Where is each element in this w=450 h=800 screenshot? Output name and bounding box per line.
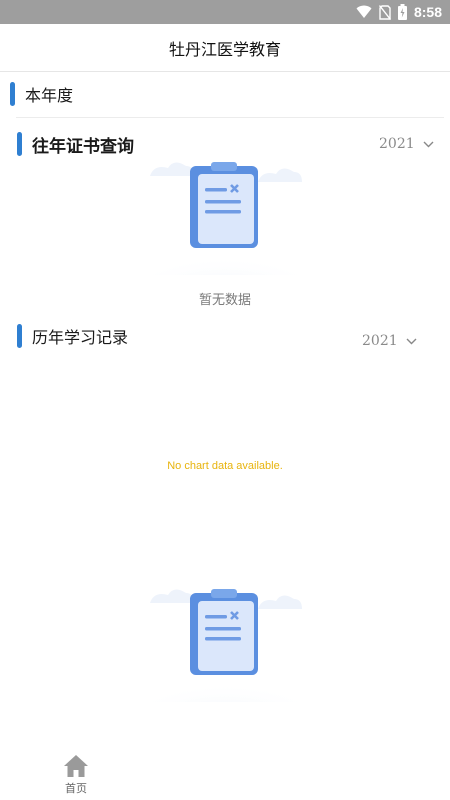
section-study-records: 历年学习记录 <box>17 324 128 348</box>
tab-home[interactable]: 首页 <box>48 754 104 800</box>
tab-home-label: 首页 <box>65 782 87 795</box>
empty-clipboard-illustration <box>150 162 302 275</box>
study-year-value: 2021 <box>362 333 398 349</box>
status-bar: 8:58 <box>0 0 450 24</box>
section-certificates: 往年证书查询 <box>17 132 134 157</box>
status-time: 8:58 <box>413 4 442 20</box>
section-accent-bar <box>17 132 22 156</box>
section-title-current-year: 本年度 <box>25 86 74 105</box>
empty-state-text: 暂无数据 <box>198 293 251 308</box>
section-accent-bar <box>10 82 15 106</box>
section-title-study-records: 历年学习记录 <box>32 328 129 347</box>
certificate-year-select[interactable]: 2021 <box>379 136 434 152</box>
divider <box>16 117 444 118</box>
no-sim-icon <box>378 4 391 20</box>
battery-icon <box>397 4 407 20</box>
bottom-tab-bar: 首页 <box>0 748 450 800</box>
empty-clipboard-illustration <box>150 589 302 702</box>
page-title: 牡丹江医学教育 <box>168 39 281 59</box>
chart-empty-message: No chart data available. <box>167 460 283 472</box>
wifi-icon <box>356 5 372 18</box>
section-title-certificates: 往年证书查询 <box>32 136 134 157</box>
home-icon <box>64 755 88 777</box>
section-current-year[interactable]: 本年度 <box>10 82 73 106</box>
app-header: 牡丹江医学教育 <box>0 24 450 72</box>
certificate-year-value: 2021 <box>379 136 415 152</box>
chevron-down-icon <box>423 141 434 147</box>
chevron-down-icon <box>406 338 417 344</box>
study-year-select[interactable]: 2021 <box>362 333 417 349</box>
section-accent-bar <box>17 324 22 348</box>
